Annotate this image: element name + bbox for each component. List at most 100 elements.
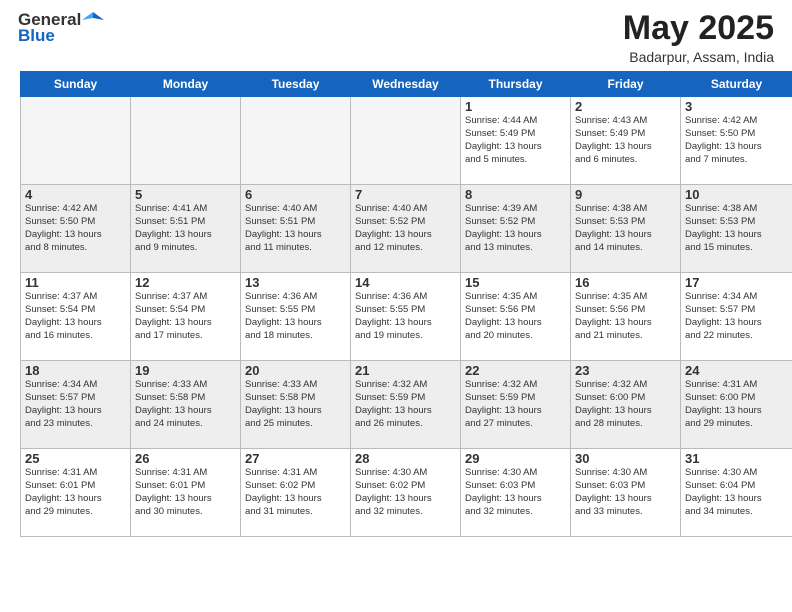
logo-bird-icon xyxy=(82,10,104,30)
cell-text-line: and 32 minutes. xyxy=(355,506,456,519)
header-saturday: Saturday xyxy=(681,72,792,97)
header-thursday: Thursday xyxy=(461,72,571,97)
day-header-row: Sunday Monday Tuesday Wednesday Thursday… xyxy=(21,72,792,97)
day-number: 22 xyxy=(465,363,566,378)
cell-text-line: Sunset: 5:54 PM xyxy=(135,304,236,317)
calendar-table: Sunday Monday Tuesday Wednesday Thursday… xyxy=(20,71,792,537)
cell-text-line: Daylight: 13 hours xyxy=(465,405,566,418)
cell-text-line: Daylight: 13 hours xyxy=(135,405,236,418)
cell-text-line: Sunset: 5:52 PM xyxy=(465,216,566,229)
cell-text-line: Daylight: 13 hours xyxy=(685,229,788,242)
table-row: 6Sunrise: 4:40 AMSunset: 5:51 PMDaylight… xyxy=(241,185,351,273)
cell-text-line: Sunset: 6:00 PM xyxy=(575,392,676,405)
day-number: 18 xyxy=(25,363,126,378)
table-row: 3Sunrise: 4:42 AMSunset: 5:50 PMDaylight… xyxy=(681,97,792,185)
cell-text-line: and 23 minutes. xyxy=(25,418,126,431)
cell-text-line: and 28 minutes. xyxy=(575,418,676,431)
cell-text-line: Daylight: 13 hours xyxy=(245,493,346,506)
cell-text-line: Sunrise: 4:44 AM xyxy=(465,115,566,128)
cell-text-line: Daylight: 13 hours xyxy=(355,317,456,330)
cell-text-line: Daylight: 13 hours xyxy=(465,141,566,154)
cell-text-line: Sunset: 6:01 PM xyxy=(25,480,126,493)
week-row-1: 1Sunrise: 4:44 AMSunset: 5:49 PMDaylight… xyxy=(21,97,792,185)
cell-text-line: Daylight: 13 hours xyxy=(575,493,676,506)
header-monday: Monday xyxy=(131,72,241,97)
cell-text-line: Sunset: 5:50 PM xyxy=(685,128,788,141)
logo: General Blue xyxy=(18,10,105,46)
table-row: 25Sunrise: 4:31 AMSunset: 6:01 PMDayligh… xyxy=(21,449,131,537)
cell-text-line: Sunrise: 4:32 AM xyxy=(465,379,566,392)
cell-text-line: and 19 minutes. xyxy=(355,330,456,343)
table-row: 12Sunrise: 4:37 AMSunset: 5:54 PMDayligh… xyxy=(131,273,241,361)
cell-text-line: Sunrise: 4:41 AM xyxy=(135,203,236,216)
cell-text-line: and 24 minutes. xyxy=(135,418,236,431)
cell-text-line: Sunset: 5:55 PM xyxy=(245,304,346,317)
day-number: 24 xyxy=(685,363,788,378)
cell-text-line: and 32 minutes. xyxy=(465,506,566,519)
cell-text-line: and 22 minutes. xyxy=(685,330,788,343)
page-container: General Blue May 2025 Badarpur, Assam, I… xyxy=(0,0,792,612)
cell-text-line: Daylight: 13 hours xyxy=(25,405,126,418)
table-row xyxy=(241,97,351,185)
cell-text-line: and 9 minutes. xyxy=(135,242,236,255)
day-number: 21 xyxy=(355,363,456,378)
cell-text-line: Sunrise: 4:42 AM xyxy=(25,203,126,216)
cell-text-line: Sunset: 5:56 PM xyxy=(575,304,676,317)
cell-text-line: Sunset: 6:03 PM xyxy=(465,480,566,493)
location-subtitle: Badarpur, Assam, India xyxy=(623,49,774,65)
week-row-4: 18Sunrise: 4:34 AMSunset: 5:57 PMDayligh… xyxy=(21,361,792,449)
cell-text-line: Sunrise: 4:33 AM xyxy=(245,379,346,392)
table-row: 29Sunrise: 4:30 AMSunset: 6:03 PMDayligh… xyxy=(461,449,571,537)
cell-text-line: Sunrise: 4:31 AM xyxy=(685,379,788,392)
cell-text-line: and 31 minutes. xyxy=(245,506,346,519)
cell-text-line: Sunset: 5:51 PM xyxy=(135,216,236,229)
cell-text-line: Sunrise: 4:40 AM xyxy=(245,203,346,216)
cell-text-line: Sunset: 6:02 PM xyxy=(245,480,346,493)
day-number: 10 xyxy=(685,187,788,202)
day-number: 5 xyxy=(135,187,236,202)
day-number: 25 xyxy=(25,451,126,466)
day-number: 7 xyxy=(355,187,456,202)
cell-text-line: Sunrise: 4:31 AM xyxy=(25,467,126,480)
cell-text-line: Daylight: 13 hours xyxy=(355,229,456,242)
header-tuesday: Tuesday xyxy=(241,72,351,97)
day-number: 19 xyxy=(135,363,236,378)
table-row: 18Sunrise: 4:34 AMSunset: 5:57 PMDayligh… xyxy=(21,361,131,449)
table-row: 8Sunrise: 4:39 AMSunset: 5:52 PMDaylight… xyxy=(461,185,571,273)
cell-text-line: Sunset: 6:02 PM xyxy=(355,480,456,493)
cell-text-line: Sunset: 5:51 PM xyxy=(245,216,346,229)
cell-text-line: Sunrise: 4:42 AM xyxy=(685,115,788,128)
cell-text-line: and 7 minutes. xyxy=(685,154,788,167)
cell-text-line: Daylight: 13 hours xyxy=(355,493,456,506)
cell-text-line: Sunset: 6:03 PM xyxy=(575,480,676,493)
day-number: 31 xyxy=(685,451,788,466)
cell-text-line: and 33 minutes. xyxy=(575,506,676,519)
table-row: 26Sunrise: 4:31 AMSunset: 6:01 PMDayligh… xyxy=(131,449,241,537)
day-number: 9 xyxy=(575,187,676,202)
table-row: 30Sunrise: 4:30 AMSunset: 6:03 PMDayligh… xyxy=(571,449,681,537)
cell-text-line: Sunrise: 4:36 AM xyxy=(245,291,346,304)
day-number: 26 xyxy=(135,451,236,466)
header-wednesday: Wednesday xyxy=(351,72,461,97)
cell-text-line: Daylight: 13 hours xyxy=(465,493,566,506)
table-row: 9Sunrise: 4:38 AMSunset: 5:53 PMDaylight… xyxy=(571,185,681,273)
cell-text-line: and 13 minutes. xyxy=(465,242,566,255)
day-number: 3 xyxy=(685,99,788,114)
table-row: 21Sunrise: 4:32 AMSunset: 5:59 PMDayligh… xyxy=(351,361,461,449)
table-row: 16Sunrise: 4:35 AMSunset: 5:56 PMDayligh… xyxy=(571,273,681,361)
cell-text-line: Sunrise: 4:38 AM xyxy=(685,203,788,216)
cell-text-line: Daylight: 13 hours xyxy=(245,229,346,242)
table-row: 13Sunrise: 4:36 AMSunset: 5:55 PMDayligh… xyxy=(241,273,351,361)
cell-text-line: Sunrise: 4:33 AM xyxy=(135,379,236,392)
cell-text-line: and 14 minutes. xyxy=(575,242,676,255)
cell-text-line: Daylight: 13 hours xyxy=(355,405,456,418)
table-row: 15Sunrise: 4:35 AMSunset: 5:56 PMDayligh… xyxy=(461,273,571,361)
cell-text-line: and 18 minutes. xyxy=(245,330,346,343)
cell-text-line: Sunset: 5:50 PM xyxy=(25,216,126,229)
table-row: 14Sunrise: 4:36 AMSunset: 5:55 PMDayligh… xyxy=(351,273,461,361)
cell-text-line: Sunset: 6:00 PM xyxy=(685,392,788,405)
table-row xyxy=(21,97,131,185)
cell-text-line: Sunset: 5:59 PM xyxy=(465,392,566,405)
cell-text-line: and 16 minutes. xyxy=(25,330,126,343)
table-row: 19Sunrise: 4:33 AMSunset: 5:58 PMDayligh… xyxy=(131,361,241,449)
